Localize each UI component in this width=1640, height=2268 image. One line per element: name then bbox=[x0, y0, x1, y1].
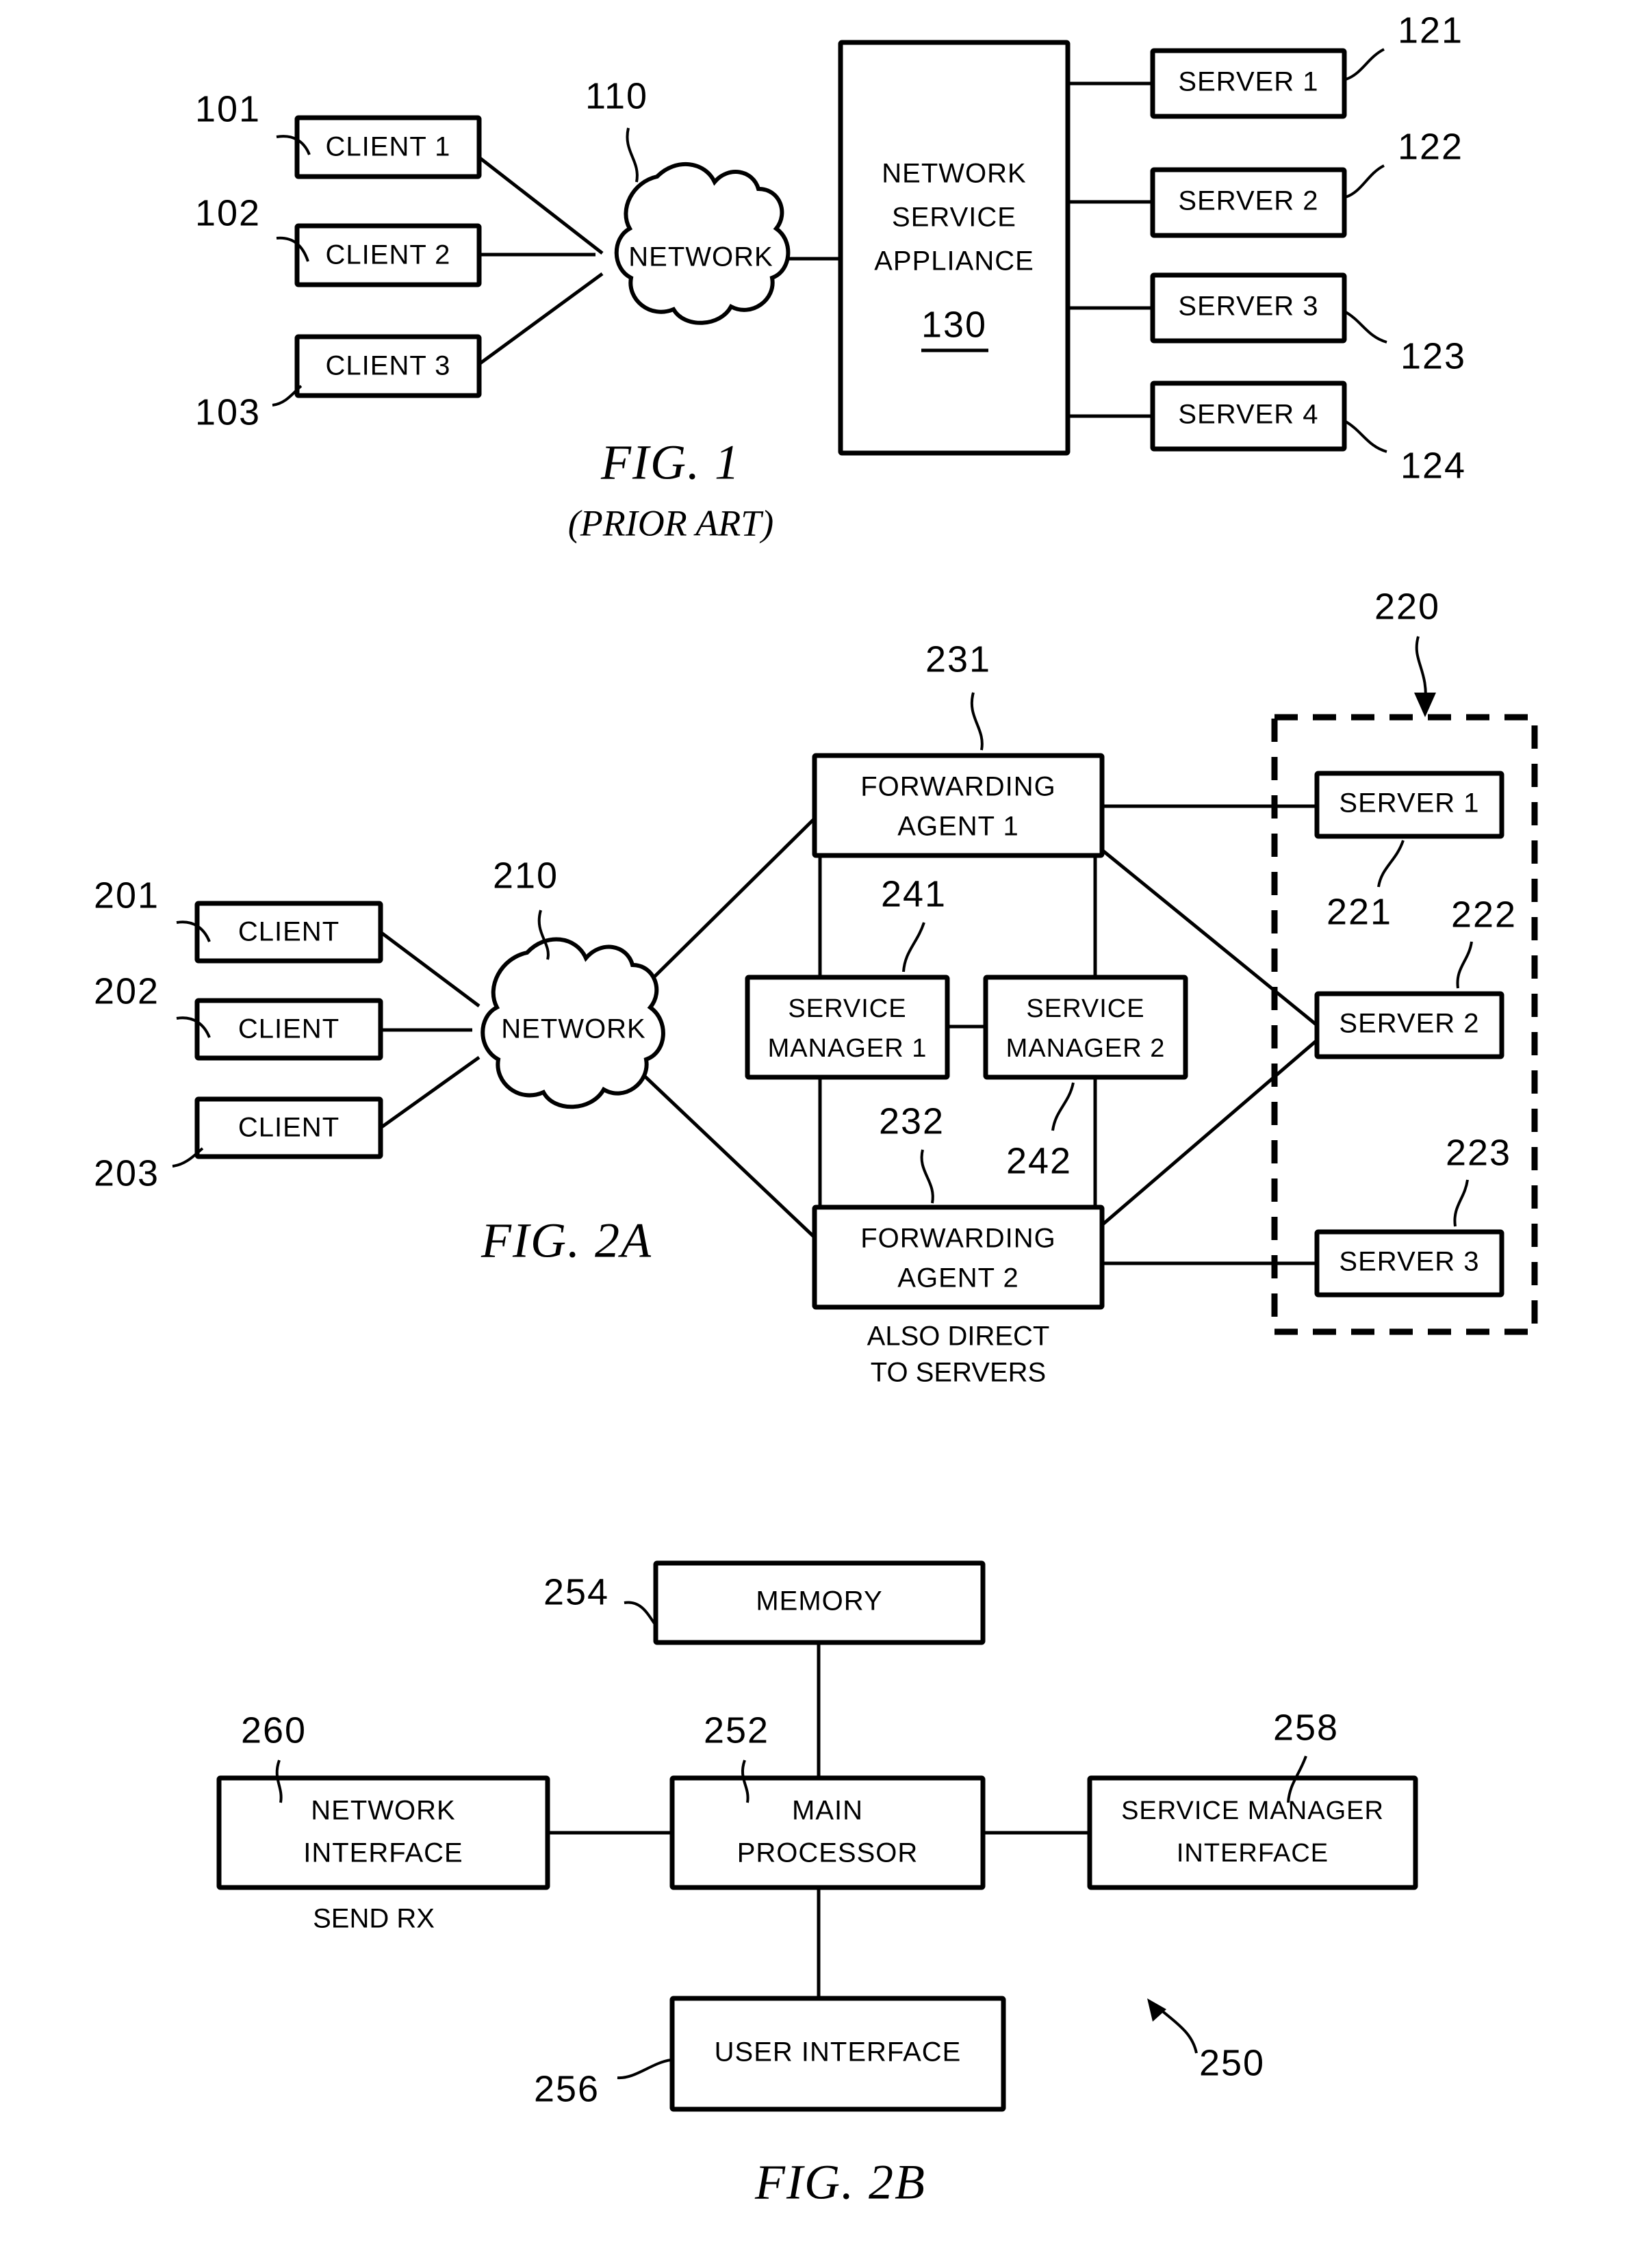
fig2a-client1-ref: 201 bbox=[94, 875, 159, 916]
fig1-client3-label: CLIENT 3 bbox=[326, 351, 451, 381]
fig2a-fa1-line1: FORWARDING bbox=[860, 772, 1056, 802]
fig1-network-label: NETWORK bbox=[628, 242, 773, 272]
fig2a-fa1-line2: AGENT 1 bbox=[897, 812, 1018, 842]
fig2a-server-group-ref: 220 bbox=[1374, 586, 1440, 627]
fig2b-memory-ref: 254 bbox=[543, 1571, 609, 1612]
fig2a-server2-leader bbox=[1456, 941, 1473, 989]
fig1-appliance-line1: NETWORK bbox=[882, 159, 1026, 189]
fig1-caption: FIG. 1 bbox=[600, 435, 741, 490]
fig2a-server1-leader bbox=[1377, 840, 1405, 888]
fig2b-netif-sublabel: SEND RX bbox=[313, 1904, 435, 1934]
wire-2a-network-fa2 bbox=[639, 1070, 816, 1239]
fig2a-fa2-ref: 232 bbox=[879, 1100, 945, 1142]
fig2b-smif-ref: 258 bbox=[1273, 1707, 1339, 1748]
fig2a-server3-label: SERVER 3 bbox=[1339, 1247, 1479, 1277]
fig1-server2-label: SERVER 2 bbox=[1178, 186, 1318, 216]
fig1-client3-ref: 103 bbox=[195, 391, 261, 433]
fig2a-server-group-arrowhead bbox=[1414, 693, 1436, 717]
fig2a-annotation-line1: ALSO DIRECT bbox=[867, 1322, 1050, 1352]
fig2a-network-label: NETWORK bbox=[501, 1014, 645, 1044]
fig2b-sm-interface-box bbox=[1087, 1775, 1418, 1890]
fig2a-server3-ref: 223 bbox=[1446, 1132, 1511, 1173]
fig2b-userif-label: USER INTERFACE bbox=[715, 2037, 962, 2067]
fig1-server3-ref: 123 bbox=[1400, 335, 1466, 376]
fig1-server1-leader bbox=[1345, 48, 1385, 81]
figure-1: CLIENT 1 101 CLIENT 2 102 CLIENT 3 103 N… bbox=[195, 10, 1466, 543]
fig1-server2-leader bbox=[1345, 164, 1385, 198]
fig2a-sm1-leader bbox=[902, 922, 925, 972]
fig1-subcaption: (PRIOR ART) bbox=[568, 502, 773, 543]
fig2b-main-processor-box bbox=[669, 1775, 986, 1890]
fig2b-network-interface-box bbox=[216, 1775, 550, 1890]
fig1-network-leader bbox=[626, 127, 639, 183]
fig1-client2-ref: 102 bbox=[195, 192, 261, 233]
fig2b-memory-leader bbox=[624, 1601, 656, 1625]
fig2a-fa2-leader bbox=[920, 1149, 934, 1204]
fig1-server4-leader bbox=[1344, 420, 1387, 453]
fig2a-client3-label: CLIENT bbox=[238, 1113, 339, 1143]
fig2b-memory-label: MEMORY bbox=[756, 1586, 882, 1616]
fig2a-fa2-line1: FORWARDING bbox=[860, 1224, 1056, 1254]
fig2b-netif-line1: NETWORK bbox=[311, 1796, 455, 1826]
wire-client3-network bbox=[478, 272, 604, 366]
fig1-appliance-line3: APPLIANCE bbox=[874, 246, 1034, 276]
fig2a-client1-label: CLIENT bbox=[238, 917, 339, 947]
fig1-server2-ref: 122 bbox=[1398, 126, 1463, 167]
fig2b-system-ref: 250 bbox=[1199, 2042, 1265, 2083]
fig2b-userif-leader bbox=[617, 2059, 671, 2080]
fig1-client1-ref: 101 bbox=[195, 88, 261, 129]
wire-2a-network-fa1 bbox=[639, 817, 816, 992]
fig2a-sm1-ref: 241 bbox=[881, 873, 947, 914]
fig1-server1-label: SERVER 1 bbox=[1178, 67, 1318, 97]
fig2b-netif-line2: INTERFACE bbox=[303, 1838, 463, 1868]
fig1-appliance-ref: 130 bbox=[921, 304, 987, 345]
fig2b-userif-ref: 256 bbox=[534, 2068, 600, 2109]
fig2a-sm1-line2: MANAGER 1 bbox=[768, 1034, 927, 1063]
fig1-server3-label: SERVER 3 bbox=[1178, 292, 1318, 322]
fig1-server1-ref: 121 bbox=[1398, 10, 1463, 51]
fig1-server4-label: SERVER 4 bbox=[1178, 400, 1318, 430]
figure-2b: MEMORY 254 NETWORK INTERFACE 260 SEND RX… bbox=[216, 1560, 1418, 2210]
fig2b-proc-ref: 252 bbox=[704, 1710, 769, 1751]
wire-client1-network bbox=[478, 156, 604, 255]
fig2a-fa2-line2: AGENT 2 bbox=[897, 1263, 1018, 1293]
fig1-client2-label: CLIENT 2 bbox=[326, 240, 451, 270]
fig2a-server1-ref: 221 bbox=[1327, 891, 1392, 932]
fig1-client1-label: CLIENT 1 bbox=[326, 132, 451, 162]
fig2a-sm2-line1: SERVICE bbox=[1026, 994, 1144, 1023]
wire-2a-client3-network bbox=[379, 1055, 481, 1130]
fig2a-client2-label: CLIENT bbox=[238, 1014, 339, 1044]
fig2a-server3-leader bbox=[1453, 1179, 1469, 1227]
fig2b-smif-line2: INTERFACE bbox=[1177, 1839, 1329, 1868]
fig2b-smif-line1: SERVICE MANAGER bbox=[1121, 1796, 1384, 1825]
fig2a-network-ref: 210 bbox=[493, 855, 559, 896]
fig1-appliance-line2: SERVICE bbox=[892, 203, 1016, 233]
fig2b-proc-line2: PROCESSOR bbox=[737, 1838, 919, 1868]
fig2a-sm1-line1: SERVICE bbox=[788, 994, 906, 1023]
fig2b-proc-line1: MAIN bbox=[792, 1796, 863, 1826]
fig1-network-ref: 110 bbox=[585, 75, 648, 116]
figure-2a: CLIENT 201 CLIENT 202 CLIENT 203 NETWORK… bbox=[94, 586, 1538, 1388]
fig2a-server1-label: SERVER 1 bbox=[1339, 788, 1479, 819]
fig1-server4-ref: 124 bbox=[1400, 445, 1466, 486]
wire-2a-client1-network bbox=[379, 931, 481, 1007]
fig2a-sm2-leader bbox=[1051, 1082, 1075, 1131]
fig2a-sm2-line2: MANAGER 2 bbox=[1006, 1034, 1166, 1063]
patent-drawing-sheet: CLIENT 1 101 CLIENT 2 102 CLIENT 3 103 N… bbox=[0, 0, 1640, 2268]
fig2a-server2-ref: 222 bbox=[1451, 894, 1517, 935]
fig2a-server2-label: SERVER 2 bbox=[1339, 1009, 1479, 1039]
fig2b-system-leader bbox=[1155, 2005, 1198, 2054]
fig2a-caption: FIG. 2A bbox=[481, 1213, 652, 1268]
fig2a-fa1-ref: 231 bbox=[925, 639, 991, 680]
fig1-server3-leader bbox=[1344, 311, 1387, 344]
fig2a-client2-ref: 202 bbox=[94, 970, 159, 1011]
fig2a-sm2-ref: 242 bbox=[1006, 1140, 1072, 1181]
fig2b-netif-ref: 260 bbox=[241, 1710, 307, 1751]
fig2b-caption: FIG. 2B bbox=[754, 2155, 926, 2210]
fig2a-annotation-line2: TO SERVERS bbox=[871, 1358, 1046, 1388]
fig2b-system-arrowhead bbox=[1147, 1998, 1166, 2022]
fig2a-client3-ref: 203 bbox=[94, 1152, 159, 1194]
fig2a-fa1-leader bbox=[970, 692, 984, 751]
